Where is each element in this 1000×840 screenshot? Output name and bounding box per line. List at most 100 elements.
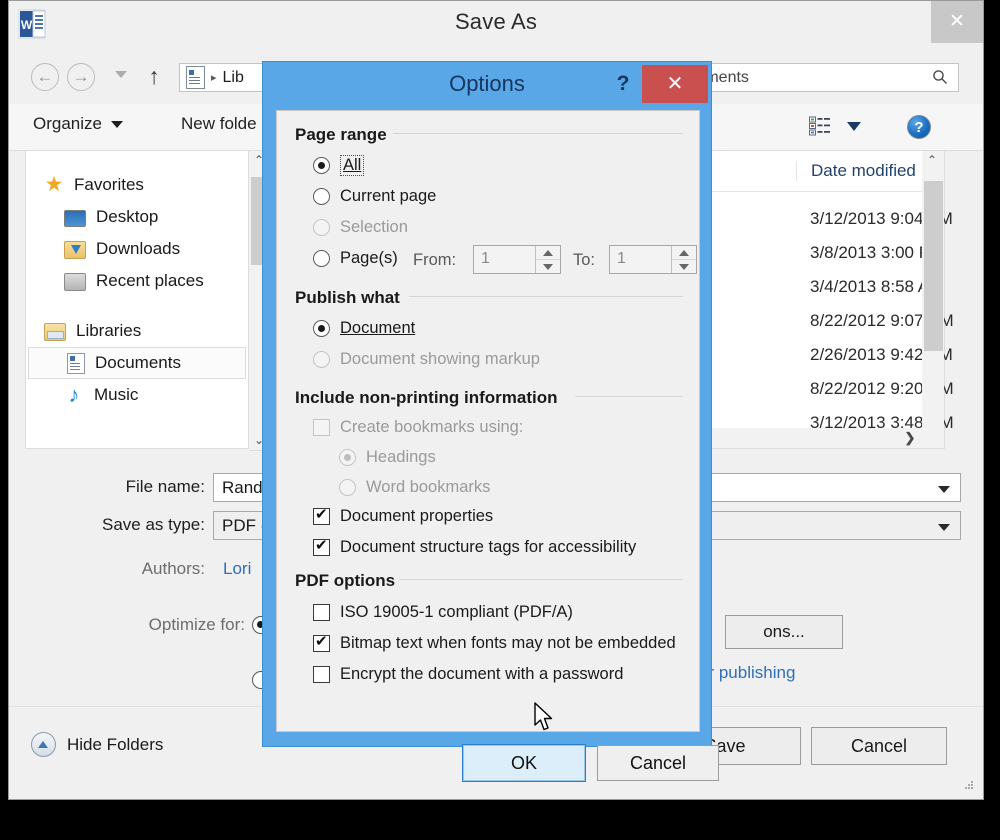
radio-publish-document-showing-markup: Document showing markup — [313, 350, 540, 369]
close-icon[interactable]: ✕ — [642, 65, 708, 103]
radio-bookmarks-headings: Headings — [339, 448, 436, 467]
publish-link[interactable]: er publishing — [699, 663, 795, 683]
up-arrow-icon[interactable]: ↑ — [143, 62, 165, 90]
checkbox-label: Encrypt the document with a password — [340, 665, 623, 684]
save-as-close-button[interactable]: ✕ — [931, 1, 983, 43]
radio-label: All — [340, 155, 364, 176]
list-view-icon[interactable] — [809, 116, 831, 136]
breadcrumb-separator: ▸ — [211, 71, 217, 84]
sidebar-item-label: Libraries — [76, 321, 141, 341]
save-as-title: Save As — [9, 9, 983, 35]
sidebar-item-favorites[interactable]: ★ Favorites — [26, 169, 248, 201]
breadcrumb-item-libraries[interactable]: Lib — [223, 69, 244, 87]
from-stepper[interactable] — [535, 246, 560, 273]
checkbox-indicator — [313, 419, 330, 436]
scroll-right-icon[interactable]: ❯ — [900, 428, 920, 447]
sidebar-item-downloads[interactable]: Downloads — [26, 233, 248, 265]
chevron-down-icon[interactable] — [938, 486, 950, 493]
sidebar-item-music[interactable]: ♪ Music — [26, 379, 248, 411]
group-heading-pdf-options: PDF options — [295, 571, 395, 591]
radio-page-range-all[interactable]: All — [313, 155, 364, 176]
scrollbar-thumb[interactable] — [924, 181, 943, 351]
stepper-up[interactable] — [536, 246, 560, 260]
tree-spacer — [26, 297, 248, 315]
radio-indicator — [339, 479, 356, 496]
radio-indicator — [313, 157, 330, 174]
checkbox-indicator — [313, 604, 330, 621]
back-arrow-icon[interactable]: ← — [31, 63, 59, 91]
forward-arrow-icon[interactable]: → — [67, 63, 95, 91]
view-options-chevron-down-icon[interactable] — [847, 122, 861, 131]
stepper-down[interactable] — [672, 260, 696, 273]
resize-grip[interactable] — [963, 779, 975, 791]
new-folder-button[interactable]: New folde — [181, 114, 257, 134]
stepper-up[interactable] — [672, 246, 696, 260]
recent-locations-chevron-down-icon[interactable] — [115, 71, 127, 78]
sidebar-item-label: Favorites — [74, 175, 144, 195]
star-icon: ★ — [44, 175, 64, 195]
sidebar-item-recent-places[interactable]: Recent places — [26, 265, 248, 297]
radio-label: Selection — [340, 218, 408, 237]
from-input[interactable]: 1 — [473, 245, 561, 274]
to-input[interactable]: 1 — [609, 245, 697, 274]
sidebar-item-documents[interactable]: Documents — [28, 347, 246, 379]
authors-value[interactable]: Lori — [223, 559, 251, 579]
checkbox-label: Document structure tags for accessibilit… — [340, 538, 636, 557]
from-value: 1 — [481, 250, 490, 268]
options-dialog: Options ? ✕ Page range All Current page … — [262, 61, 712, 747]
stepper-down[interactable] — [536, 260, 560, 273]
options-button[interactable]: ons... — [725, 615, 843, 649]
radio-page-range-selection: Selection — [313, 218, 408, 237]
cancel-button[interactable]: Cancel — [811, 727, 947, 765]
sidebar-item-desktop[interactable]: Desktop — [26, 201, 248, 233]
libraries-doc-icon — [186, 66, 205, 89]
group-divider — [399, 579, 683, 580]
radio-label: Document — [340, 319, 415, 338]
optimize-for-label: Optimize for: — [9, 615, 245, 635]
checkbox-bitmap-text[interactable]: Bitmap text when fonts may not be embedd… — [313, 634, 676, 653]
checkbox-indicator — [313, 508, 330, 525]
radio-page-range-pages[interactable]: Page(s) — [313, 249, 398, 268]
cancel-button[interactable]: Cancel — [597, 745, 719, 781]
radio-indicator — [339, 449, 356, 466]
tree-spacer — [26, 151, 248, 169]
options-dialog-titlebar: Options ? ✕ — [263, 62, 711, 110]
search-icon — [932, 69, 948, 85]
sidebar-item-label: Desktop — [96, 207, 158, 227]
radio-label: Current page — [340, 187, 436, 206]
chevron-down-icon[interactable] — [938, 524, 950, 531]
radio-page-range-current-page[interactable]: Current page — [313, 187, 436, 206]
checkbox-document-structure-tags[interactable]: Document structure tags for accessibilit… — [313, 538, 636, 557]
checkbox-iso-19005-compliant[interactable]: ISO 19005-1 compliant (PDF/A) — [313, 603, 573, 622]
file-list-scrollbar[interactable]: ⌃ ⌄ — [922, 151, 944, 448]
authors-label: Authors: — [9, 559, 205, 579]
checkbox-encrypt-document[interactable]: Encrypt the document with a password — [313, 665, 623, 684]
desktop-icon — [64, 210, 86, 227]
to-label: To: — [573, 251, 595, 270]
organize-button[interactable]: Organize — [33, 114, 123, 134]
screen-root: W Save As ✕ ← → ↑ ▸ Lib Documents — [0, 0, 1000, 840]
group-divider — [575, 396, 683, 397]
radio-indicator — [313, 320, 330, 337]
sidebar-item-libraries[interactable]: Libraries — [26, 315, 248, 347]
to-stepper[interactable] — [671, 246, 696, 273]
music-icon: ♪ — [64, 385, 84, 405]
scroll-up-icon[interactable]: ⌃ — [922, 151, 942, 170]
hide-folders-button[interactable]: Hide Folders — [31, 732, 163, 757]
help-icon[interactable]: ? — [907, 115, 931, 139]
radio-publish-document[interactable]: Document — [313, 319, 415, 338]
downloads-icon — [64, 241, 86, 259]
group-divider — [409, 296, 683, 297]
checkbox-label: ISO 19005-1 compliant (PDF/A) — [340, 603, 573, 622]
save-as-type-label: Save as type: — [9, 515, 205, 535]
checkbox-label: Bitmap text when fonts may not be embedd… — [340, 634, 676, 653]
checkbox-indicator — [313, 539, 330, 556]
hide-folders-label: Hide Folders — [67, 735, 163, 755]
checkbox-document-properties[interactable]: Document properties — [313, 507, 493, 526]
group-heading-publish-what: Publish what — [295, 288, 400, 308]
column-header-date-modified[interactable]: Date modified — [796, 161, 916, 181]
navigation-pane: ★ Favorites Desktop Downloads Recent pla… — [25, 150, 249, 449]
ok-button[interactable]: OK — [463, 745, 585, 781]
help-icon[interactable]: ? — [611, 71, 635, 97]
checkbox-label: Create bookmarks using: — [340, 418, 523, 437]
